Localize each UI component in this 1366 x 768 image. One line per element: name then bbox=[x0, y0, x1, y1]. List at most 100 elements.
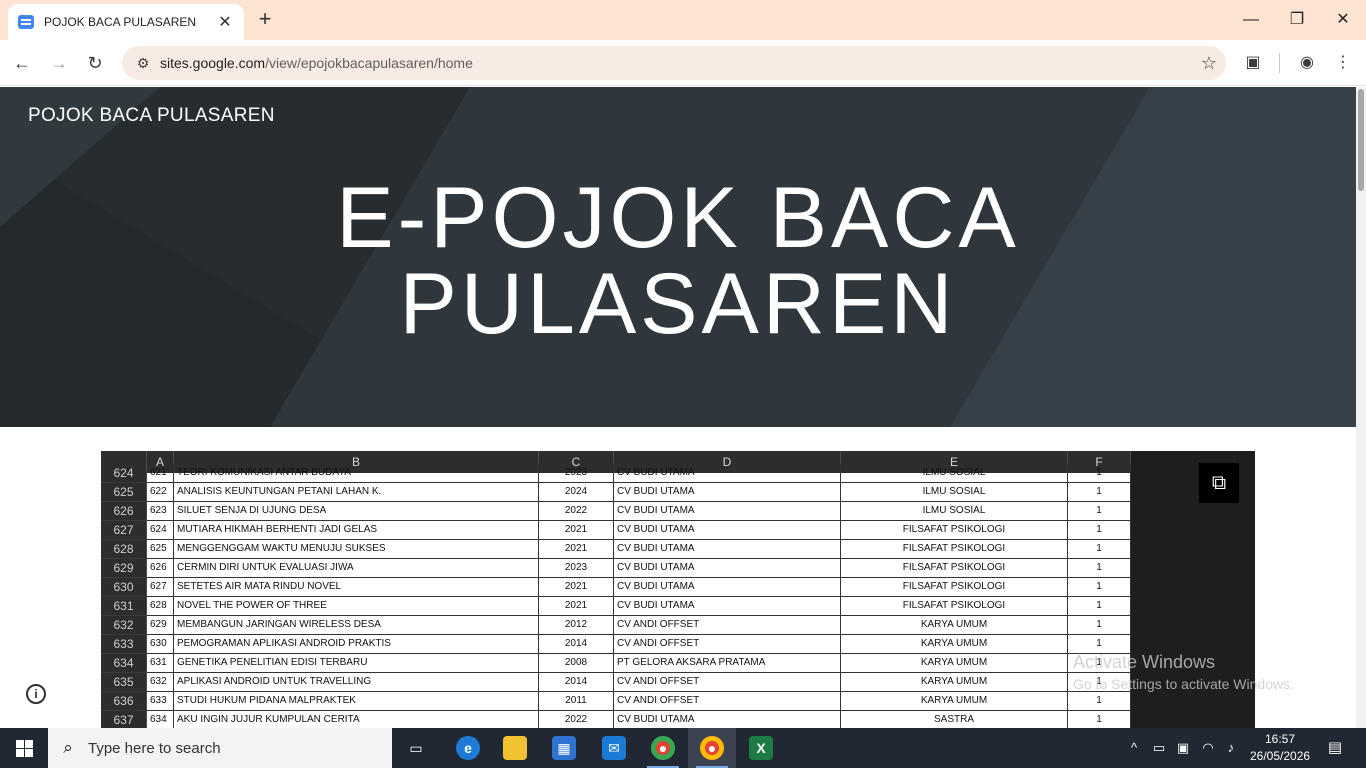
cell-f[interactable]: 1 bbox=[1068, 483, 1131, 502]
cell-a[interactable]: 630 bbox=[147, 635, 174, 654]
cell-d[interactable]: CV ANDI OFFSET bbox=[614, 635, 841, 654]
reading-mode-icon[interactable]: ▣ bbox=[1241, 51, 1265, 75]
cell-a[interactable]: 634 bbox=[147, 711, 174, 728]
excel-icon[interactable]: X bbox=[737, 728, 785, 768]
address-bar[interactable]: ⚙ sites.google.com/view/epojokbacapulasa… bbox=[122, 46, 1226, 80]
sheet-grid[interactable]: A B C D E F 624 621 TEORI KOMUNIKASI ANTAR… bbox=[101, 451, 1131, 728]
new-tab-button[interactable]: + bbox=[254, 8, 276, 30]
row-number[interactable]: 624 bbox=[101, 464, 147, 483]
cell-b[interactable]: MUTIARA HIKMAH BERHENTI JADI GELAS bbox=[174, 521, 539, 540]
row-number[interactable]: 634 bbox=[101, 654, 147, 673]
edge-icon[interactable]: e bbox=[444, 728, 492, 768]
cell-f[interactable]: 1 bbox=[1068, 502, 1131, 521]
cell-e[interactable]: KARYA UMUM bbox=[841, 692, 1068, 711]
cell-a[interactable]: 629 bbox=[147, 616, 174, 635]
cell-f[interactable]: 1 bbox=[1068, 635, 1131, 654]
embedded-spreadsheet[interactable]: A B C D E F 624 621 TEORI KOMUNIKASI ANTAR… bbox=[101, 451, 1255, 728]
row-number[interactable]: 633 bbox=[101, 635, 147, 654]
row-number[interactable]: 631 bbox=[101, 597, 147, 616]
site-name[interactable]: POJOK BACA PULASAREN bbox=[28, 105, 275, 127]
cell-b[interactable]: MEMBANGUN JARINGAN WIRELESS DESA bbox=[174, 616, 539, 635]
cell-b[interactable]: CERMIN DIRI UNTUK EVALUASI JIWA bbox=[174, 559, 539, 578]
cell-c[interactable]: 2021 bbox=[539, 521, 614, 540]
cell-d[interactable]: CV ANDI OFFSET bbox=[614, 616, 841, 635]
cell-c[interactable]: 2014 bbox=[539, 635, 614, 654]
menu-kebab-icon[interactable]: ⋮ bbox=[1331, 51, 1355, 75]
windows-start-icon[interactable] bbox=[0, 728, 48, 768]
volume-icon[interactable]: ♪ bbox=[1220, 728, 1242, 768]
cell-e[interactable]: FILSAFAT PSIKOLOGI bbox=[841, 521, 1068, 540]
cell-e[interactable]: SASTRA bbox=[841, 711, 1068, 728]
cell-f[interactable]: 1 bbox=[1068, 464, 1131, 483]
url-text[interactable]: sites.google.com/view/epojokbacapulasare… bbox=[160, 55, 1192, 71]
cell-d[interactable]: PT GELORA AKSARA PRATAMA bbox=[614, 654, 841, 673]
cell-a[interactable]: 632 bbox=[147, 673, 174, 692]
cell-f[interactable]: 1 bbox=[1068, 692, 1131, 711]
cell-b[interactable]: TEORI KOMUNIKASI ANTAR BUDAYA bbox=[174, 464, 539, 483]
cell-e[interactable]: KARYA UMUM bbox=[841, 635, 1068, 654]
cell-a[interactable]: 623 bbox=[147, 502, 174, 521]
cell-f[interactable]: 1 bbox=[1068, 654, 1131, 673]
cell-c[interactable]: 2024 bbox=[539, 483, 614, 502]
cell-e[interactable]: ILMU SOSIAL bbox=[841, 464, 1068, 483]
show-hidden-icons-icon[interactable]: ^ bbox=[1124, 728, 1144, 768]
cell-d[interactable]: CV BUDI UTAMA bbox=[614, 711, 841, 728]
cell-d[interactable]: CV ANDI OFFSET bbox=[614, 673, 841, 692]
cell-c[interactable]: 2014 bbox=[539, 673, 614, 692]
cell-c[interactable]: 2021 bbox=[539, 540, 614, 559]
row-number[interactable]: 632 bbox=[101, 616, 147, 635]
cell-e[interactable]: FILSAFAT PSIKOLOGI bbox=[841, 578, 1068, 597]
site-info-icon[interactable]: ⚙ bbox=[126, 55, 160, 72]
cell-f[interactable]: 1 bbox=[1068, 711, 1131, 728]
cell-b[interactable]: APLIKASI ANDROID UNTUK TRAVELLING bbox=[174, 673, 539, 692]
cell-c[interactable]: 2023 bbox=[539, 464, 614, 483]
cell-f[interactable]: 1 bbox=[1068, 559, 1131, 578]
row-number[interactable]: 629 bbox=[101, 559, 147, 578]
row-number[interactable]: 636 bbox=[101, 692, 147, 711]
cell-b[interactable]: SETETES AIR MATA RINDU NOVEL bbox=[174, 578, 539, 597]
cell-d[interactable]: CV BUDI UTAMA bbox=[614, 578, 841, 597]
cell-f[interactable]: 1 bbox=[1068, 597, 1131, 616]
cell-c[interactable]: 2021 bbox=[539, 578, 614, 597]
cell-e[interactable]: ILMU SOSIAL bbox=[841, 502, 1068, 521]
cell-f[interactable]: 1 bbox=[1068, 616, 1131, 635]
chrome-icon[interactable]: ● bbox=[639, 728, 687, 768]
cell-d[interactable]: CV BUDI UTAMA bbox=[614, 483, 841, 502]
cell-e[interactable]: KARYA UMUM bbox=[841, 616, 1068, 635]
task-view-icon[interactable]: ▭ bbox=[392, 728, 440, 768]
back-icon[interactable]: ← bbox=[10, 51, 34, 75]
cell-b[interactable]: SILUET SENJA DI UJUNG DESA bbox=[174, 502, 539, 521]
row-number[interactable]: 630 bbox=[101, 578, 147, 597]
cell-a[interactable]: 624 bbox=[147, 521, 174, 540]
mail-icon[interactable]: ✉ bbox=[590, 728, 638, 768]
cell-d[interactable]: CV ANDI OFFSET bbox=[614, 692, 841, 711]
taskbar-search-box[interactable]: ⌕ Type here to search bbox=[48, 728, 392, 768]
battery-icon[interactable]: ▭ bbox=[1148, 728, 1170, 768]
cell-b[interactable]: MENGGENGGAM WAKTU MENUJU SUKSES bbox=[174, 540, 539, 559]
minimize-button[interactable]: — bbox=[1228, 8, 1274, 32]
cell-d[interactable]: CV BUDI UTAMA bbox=[614, 521, 841, 540]
row-number[interactable]: 625 bbox=[101, 483, 147, 502]
cell-a[interactable]: 627 bbox=[147, 578, 174, 597]
cell-a[interactable]: 626 bbox=[147, 559, 174, 578]
file-explorer-icon[interactable] bbox=[491, 728, 539, 768]
cell-b[interactable]: PEMOGRAMAN APLIKASI ANDROID PRAKTIS bbox=[174, 635, 539, 654]
close-tab-icon[interactable]: ✕ bbox=[216, 12, 234, 32]
cell-b[interactable]: AKU INGIN JUJUR KUMPULAN CERITA bbox=[174, 711, 539, 728]
store-icon[interactable]: ▦ bbox=[540, 728, 588, 768]
cell-a[interactable]: 621 bbox=[147, 464, 174, 483]
row-number[interactable]: 628 bbox=[101, 540, 147, 559]
browser-tab[interactable]: POJOK BACA PULASAREN ✕ bbox=[8, 4, 244, 40]
cell-d[interactable]: CV BUDI UTAMA bbox=[614, 559, 841, 578]
notifications-icon[interactable]: ▤ bbox=[1320, 728, 1350, 768]
cell-e[interactable]: FILSAFAT PSIKOLOGI bbox=[841, 559, 1068, 578]
cell-b[interactable]: STUDI HUKUM PIDANA MALPRAKTEK bbox=[174, 692, 539, 711]
cell-c[interactable]: 2023 bbox=[539, 559, 614, 578]
cell-f[interactable]: 1 bbox=[1068, 540, 1131, 559]
cell-d[interactable]: CV BUDI UTAMA bbox=[614, 597, 841, 616]
cell-b[interactable]: NOVEL THE POWER OF THREE bbox=[174, 597, 539, 616]
cell-e[interactable]: ILMU SOSIAL bbox=[841, 483, 1068, 502]
cell-d[interactable]: CV BUDI UTAMA bbox=[614, 464, 841, 483]
bookmark-star-icon[interactable]: ☆ bbox=[1192, 53, 1226, 74]
cell-f[interactable]: 1 bbox=[1068, 673, 1131, 692]
